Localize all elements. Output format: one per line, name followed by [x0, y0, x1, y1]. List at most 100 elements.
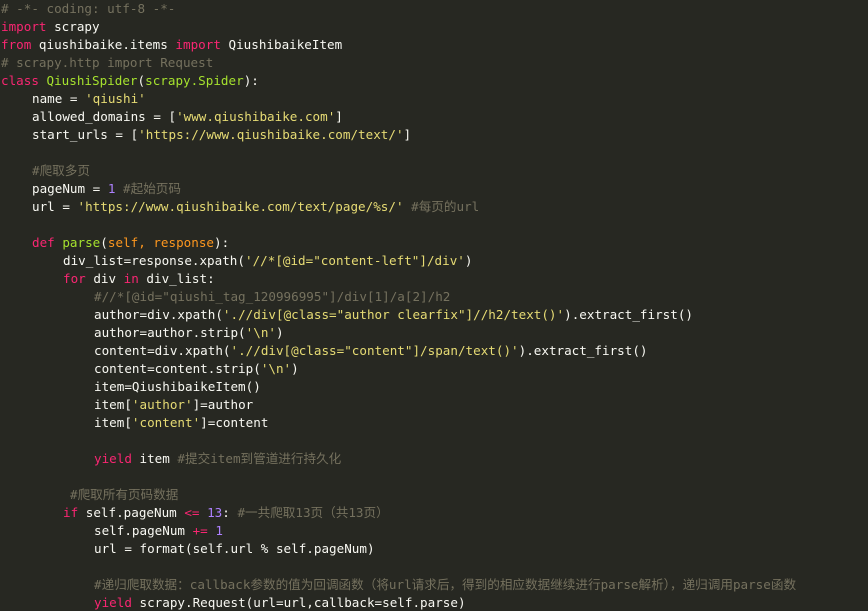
code-token: yield — [94, 451, 132, 466]
code-token: if — [63, 505, 79, 520]
code-token: './/div[@class="author clearfix"]//h2/te… — [222, 307, 565, 322]
code-token: div_list: — [138, 271, 215, 286]
code-token: '\n' — [260, 361, 292, 376]
code-token: scrapy — [46, 19, 100, 34]
code-token: self, response — [107, 235, 215, 250]
code-token: qiushibaike.items — [31, 37, 176, 52]
code-line: start_urls = ['https://www.qiushibaike.c… — [0, 126, 868, 144]
code-token: author=div.xpath( — [94, 307, 223, 322]
code-token: <= — [184, 505, 200, 520]
code-line: url = 'https://www.qiushibaike.com/text/… — [0, 198, 868, 216]
code-token: allowed_domains = [ — [32, 109, 177, 124]
code-token: ): — [243, 73, 259, 88]
code-token: ]=content — [200, 415, 269, 430]
code-token: #递归爬取数据：callback参数的值为回调函数（将url请求后，得到的相应数… — [94, 577, 797, 592]
code-token: 13 — [207, 505, 223, 520]
code-token: ( — [100, 235, 108, 250]
code-token: author=author.strip( — [94, 325, 246, 340]
code-line: yield scrapy.Request(url=url,callback=se… — [0, 594, 868, 611]
code-line: def parse(self, response): — [0, 234, 868, 252]
code-token: 'content' — [131, 415, 201, 430]
code-token: content=content.strip( — [94, 361, 261, 376]
code-token: start_urls = [ — [32, 127, 139, 142]
code-token: #一共爬取13页（共13页） — [237, 505, 389, 520]
code-token: class — [1, 73, 39, 88]
code-token: div — [85, 271, 124, 286]
code-token: item — [131, 451, 178, 466]
code-token: ] — [335, 109, 343, 124]
code-line: url = format(self.url % self.pageNum) — [0, 540, 868, 558]
code-line: author=author.strip('\n') — [0, 324, 868, 342]
code-token: #爬取所有页码数据 — [70, 487, 179, 502]
code-line: from qiushibaike.items import Qiushibaik… — [0, 36, 868, 54]
code-token: item[ — [94, 397, 132, 412]
code-token: url = format(self.url % self.pageNum) — [94, 541, 375, 556]
code-token: 'https://www.qiushibaike.com/text/page/%… — [77, 199, 404, 214]
code-token: '//*[@id="content-left"]/div' — [244, 253, 465, 268]
code-token: ( — [137, 73, 146, 88]
code-line: class QiushiSpider(scrapy.Spider): — [0, 72, 868, 90]
code-token: in — [123, 271, 139, 286]
code-token: ) — [464, 253, 473, 268]
code-token: item[ — [94, 415, 132, 430]
code-token: #爬取多页 — [32, 163, 90, 178]
code-token: ] — [403, 127, 412, 142]
code-token: 'https://www.qiushibaike.com/text/' — [138, 127, 404, 142]
code-line: allowed_domains = ['www.qiushibaike.com'… — [0, 108, 868, 126]
code-line: self.pageNum += 1 — [0, 522, 868, 540]
code-token: def — [32, 235, 55, 250]
code-token: QiushibaikeItem — [220, 37, 343, 52]
code-token: 'qiushi' — [85, 91, 146, 106]
code-token: 'author' — [131, 397, 193, 412]
code-token: #起始页码 — [123, 181, 181, 196]
code-line: #爬取多页 — [0, 162, 868, 180]
code-token: name = — [32, 91, 86, 106]
code-line: # -*- coding: utf-8 -*- — [0, 0, 868, 18]
code-token: ) — [291, 361, 299, 376]
code-token: += — [192, 523, 208, 538]
code-editor[interactable]: # -*- coding: utf-8 -*- import scrapy from… — [0, 0, 868, 611]
code-line: content=div.xpath('.//div[@class="conten… — [0, 342, 868, 360]
code-token: QiushiSpider — [46, 73, 138, 88]
code-token: self.pageNum — [78, 505, 185, 520]
code-token: from — [1, 37, 32, 52]
code-token: for — [63, 271, 86, 286]
code-token: #//*[@id="qiushi_tag_120996995"]/div[1]/… — [94, 289, 451, 304]
code-token: scrapy.Spider — [145, 73, 244, 88]
code-token: #提交item到管道进行持久化 — [177, 451, 342, 466]
code-token: url = — [32, 199, 78, 214]
code-token: item=QiushibaikeItem() — [94, 379, 261, 394]
code-token: ): — [214, 235, 230, 250]
code-line: item['content']=content — [0, 414, 868, 432]
code-line: div_list=response.xpath('//*[@id="conten… — [0, 252, 868, 270]
code-token: ) — [276, 325, 284, 340]
code-line: author=div.xpath('.//div[@class="author … — [0, 306, 868, 324]
code-line: name = 'qiushi' — [0, 90, 868, 108]
code-line: yield item #提交item到管道进行持久化 — [0, 450, 868, 468]
code-token: # -*- coding: utf-8 -*- — [1, 1, 176, 16]
code-token: ]=author — [192, 397, 254, 412]
code-line: import scrapy — [0, 18, 868, 36]
code-token: import — [1, 19, 47, 34]
code-token: './/div[@class="content"]/span/text()' — [230, 343, 519, 358]
code-line: item['author']=author — [0, 396, 868, 414]
code-token: #每页的url — [411, 199, 480, 214]
code-line: content=content.strip('\n') — [0, 360, 868, 378]
code-token: self.pageNum — [94, 523, 193, 538]
code-token: ).extract_first() — [564, 307, 694, 322]
code-token: 1 — [215, 523, 223, 538]
code-line: pageNum = 1 #起始页码 — [0, 180, 868, 198]
code-token: '\n' — [245, 325, 276, 340]
code-line: #递归爬取数据：callback参数的值为回调函数（将url请求后，得到的相应数… — [0, 576, 868, 594]
code-line: #//*[@id="qiushi_tag_120996995"]/div[1]/… — [0, 288, 868, 306]
code-line: for div in div_list: — [0, 270, 868, 288]
